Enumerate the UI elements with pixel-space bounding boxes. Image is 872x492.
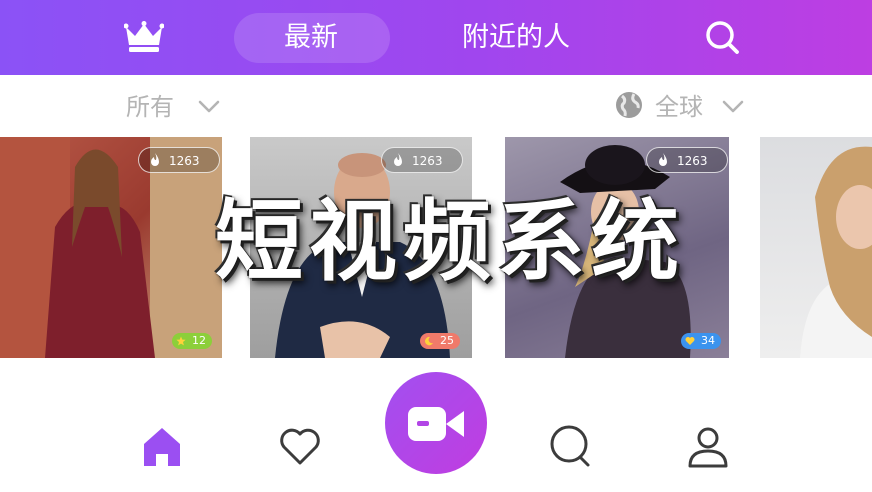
search-icon[interactable] [704, 19, 740, 55]
views-pill: 1263 [381, 147, 463, 173]
level-value: 25 [440, 334, 454, 347]
chevron-down-icon[interactable] [722, 100, 744, 114]
level-badge: 34 [681, 333, 721, 349]
level-badge: 12 [172, 333, 212, 349]
views-count: 1263 [169, 154, 200, 168]
profile-icon[interactable] [686, 424, 730, 468]
heart-icon[interactable] [278, 424, 322, 468]
flame-icon [394, 153, 402, 166]
watermark-title: 短视频系统 [214, 190, 685, 293]
tab-latest[interactable]: 最新 [284, 20, 338, 56]
star-icon [176, 336, 186, 346]
home-icon[interactable] [140, 424, 184, 468]
views-count: 1263 [677, 154, 708, 168]
views-pill: 1263 [646, 147, 728, 173]
chevron-down-icon[interactable] [198, 100, 220, 114]
level-value: 12 [192, 334, 206, 347]
views-pill: 1263 [138, 147, 220, 173]
category-filter[interactable]: 所有 [126, 92, 174, 122]
region-filter[interactable]: 全球 [655, 92, 703, 122]
top-bar: 最新 附近的人 [0, 0, 872, 75]
flame-icon [151, 153, 159, 166]
globe-icon [616, 92, 642, 118]
crown-icon[interactable] [124, 21, 164, 53]
moon-icon [425, 336, 433, 346]
video-thumbnail [800, 146, 872, 358]
message-icon[interactable] [547, 424, 591, 468]
heart-icon [685, 337, 695, 345]
tab-nearby[interactable]: 附近的人 [462, 20, 570, 56]
video-camera-icon [408, 407, 464, 441]
record-video-button[interactable] [385, 372, 487, 474]
views-count: 1263 [412, 154, 443, 168]
level-badge: 25 [420, 333, 460, 349]
flame-icon [659, 153, 667, 166]
video-card[interactable] [760, 137, 872, 358]
level-value: 34 [701, 334, 715, 347]
